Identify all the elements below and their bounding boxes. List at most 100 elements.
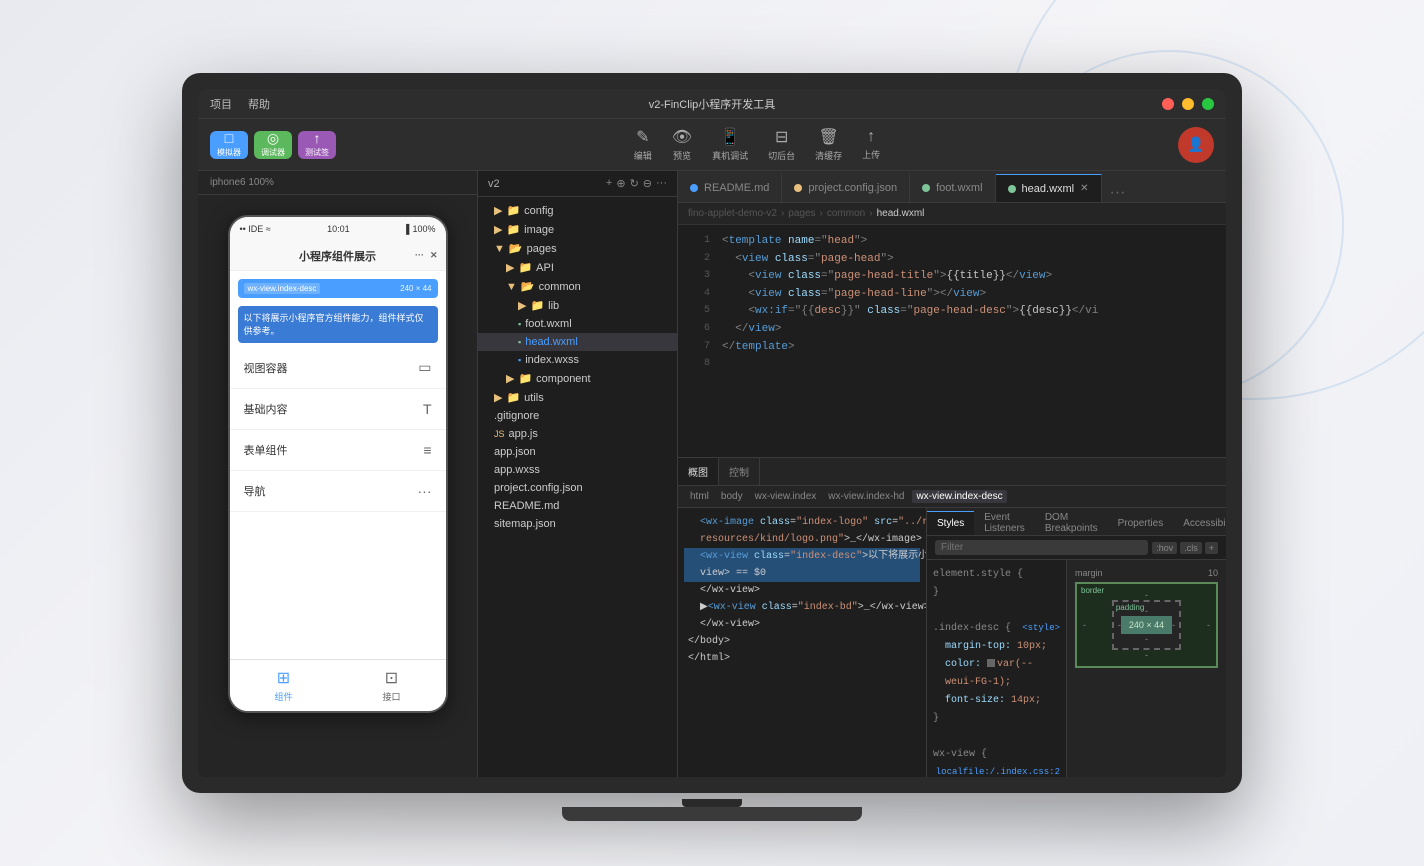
folder-icon-config: ▶	[494, 204, 502, 217]
filter-badge-plus[interactable]: +	[1205, 542, 1218, 554]
styles-tab-dom-breakpoints[interactable]: DOM Breakpoints	[1035, 511, 1108, 535]
style-prop-margin-top: margin-top: 10px;	[933, 638, 1060, 656]
tab-readme[interactable]: README.md	[678, 174, 782, 202]
menu-bar: 项目 帮助 v2-FinClip小程序开发工具	[198, 89, 1226, 119]
tree-item-head-wxml[interactable]: ▪ head.wxml	[478, 333, 677, 351]
styles-filter-input[interactable]	[935, 540, 1148, 555]
content-box: 240 × 44	[1121, 616, 1172, 634]
laptop-notch	[682, 799, 742, 807]
simulator-button[interactable]: □ 模拟器	[210, 131, 248, 159]
style-source-link[interactable]: <style>	[1022, 620, 1060, 636]
list-item-nav[interactable]: 导航 ···	[230, 471, 446, 512]
background-action[interactable]: ⊟ 切后台	[768, 127, 795, 162]
tab-close-head[interactable]: ✕	[1080, 183, 1088, 194]
tree-item-lib[interactable]: ▶ 📁 lib	[478, 296, 677, 315]
editor-tabs: README.md project.config.json foot.wxml	[678, 171, 1226, 203]
tree-item-sitemap[interactable]: sitemap.json	[478, 515, 677, 533]
devtools-tab-overview[interactable]: 概图	[678, 458, 719, 485]
new-folder-icon[interactable]: ⊕	[616, 177, 625, 190]
tree-item-utils[interactable]: ▶ 📁 utils	[478, 388, 677, 407]
tree-item-gitignore[interactable]: .gitignore	[478, 407, 677, 425]
tree-item-app-json[interactable]: app.json	[478, 443, 677, 461]
list-item-icon-1: T	[423, 401, 432, 417]
style-wx-view-link[interactable]: localfile:/.index.css:2	[936, 764, 1060, 777]
db-item-html[interactable]: html	[686, 490, 713, 503]
devtools-tab-control[interactable]: 控制	[719, 458, 760, 485]
edit-action[interactable]: ✎ 编辑	[634, 127, 652, 162]
folder-api: 📁	[518, 261, 532, 274]
tab-label-head: head.wxml	[1022, 183, 1075, 195]
folder-icon-lib: ▶	[518, 299, 526, 312]
styles-left-panel: element.style { } .index-desc { <style>	[927, 560, 1066, 777]
tree-item-readme[interactable]: README.md	[478, 497, 677, 515]
test-button[interactable]: ↑ 测试签	[298, 131, 336, 159]
phone-nav-interface[interactable]: ⊡ 接口	[338, 660, 446, 711]
tab-head-wxml[interactable]: head.wxml ✕	[996, 174, 1102, 202]
list-item-view-container[interactable]: 视图容器 ▭	[230, 347, 446, 389]
color-swatch	[987, 659, 995, 667]
tab-project-config[interactable]: project.config.json	[782, 174, 910, 202]
tree-item-app-wxss[interactable]: app.wxss	[478, 461, 677, 479]
upload-label: 上传	[862, 148, 880, 161]
menu-item-project[interactable]: 项目	[210, 96, 232, 112]
tab-foot-wxml[interactable]: foot.wxml	[910, 174, 995, 202]
devtools-header: 概图 控制	[678, 458, 1226, 486]
device-debug-action[interactable]: 📱 真机调试	[712, 127, 748, 162]
preview-action[interactable]: 👁 预览	[672, 127, 692, 162]
new-file-icon[interactable]: +	[606, 177, 612, 190]
window-maximize[interactable]	[1202, 98, 1214, 110]
list-item-basic-content[interactable]: 基础内容 T	[230, 389, 446, 430]
list-item-icon-2: ≡	[423, 442, 431, 458]
background-label: 切后台	[768, 149, 795, 162]
breadcrumb-arrow-2: ›	[820, 208, 823, 219]
window-minimize[interactable]	[1182, 98, 1194, 110]
collapse-icon[interactable]: ⊖	[643, 177, 652, 190]
filter-badge-hov[interactable]: :hov	[1152, 542, 1177, 554]
code-line-2: 2 <view class="page-head">	[678, 251, 1226, 269]
db-item-wx-view-index-hd[interactable]: wx-view.index-hd	[824, 490, 908, 503]
db-item-body[interactable]: body	[717, 490, 747, 503]
device-debug-label: 真机调试	[712, 149, 748, 162]
phone-close-btn[interactable]: ✕	[430, 250, 438, 261]
folder-utils: 📁	[506, 391, 520, 404]
user-avatar[interactable]: 👤	[1178, 127, 1214, 163]
tree-item-foot-wxml[interactable]: ▪ foot.wxml	[478, 315, 677, 333]
refresh-icon[interactable]: ↻	[630, 177, 639, 190]
styles-panel: Styles Event Listeners DOM Breakpoints	[926, 508, 1226, 777]
list-item-form[interactable]: 表单组件 ≡	[230, 430, 446, 471]
tree-item-common[interactable]: ▼ 📂 common	[478, 277, 677, 296]
border-label: border	[1081, 586, 1104, 595]
upload-action[interactable]: ↑ 上传	[862, 128, 880, 161]
code-text-2: <view class="page-head">	[722, 251, 894, 269]
phone-app-title: 小程序组件展示	[299, 248, 376, 264]
html-line-3[interactable]: <wx-view class="index-desc">以下将展示小程序官方组件…	[684, 548, 920, 565]
simulator-label: 模拟器	[217, 147, 241, 158]
more-icon[interactable]: ···	[656, 177, 667, 190]
line-num-2: 2	[686, 251, 710, 267]
filter-badge-cls[interactable]: .cls	[1180, 542, 1202, 554]
tree-label-lib: lib	[548, 300, 559, 312]
menu-item-help[interactable]: 帮助	[248, 96, 270, 112]
styles-tab-accessibility[interactable]: Accessibility	[1173, 511, 1226, 535]
tree-item-project-config[interactable]: project.config.json	[478, 479, 677, 497]
phone-nav-components[interactable]: ⊞ 组件	[230, 660, 338, 711]
window-close[interactable]	[1162, 98, 1174, 110]
db-item-wx-view-index-desc[interactable]: wx-view.index-desc	[912, 490, 1006, 503]
tree-item-config[interactable]: ▶ 📁 config	[478, 201, 677, 220]
tree-item-image[interactable]: ▶ 📁 image	[478, 220, 677, 239]
tree-item-api[interactable]: ▶ 📁 API	[478, 258, 677, 277]
styles-tab-styles[interactable]: Styles	[927, 511, 974, 535]
tree-item-component[interactable]: ▶ 📁 component	[478, 369, 677, 388]
styles-tab-event-listeners[interactable]: Event Listeners	[974, 511, 1035, 535]
styles-tab-properties[interactable]: Properties	[1108, 511, 1174, 535]
interface-nav-label: 接口	[382, 690, 400, 703]
tab-more-button[interactable]: ···	[1102, 184, 1134, 202]
db-item-wx-view-index[interactable]: wx-view.index	[751, 490, 821, 503]
debugger-button[interactable]: ◎ 调试器	[254, 131, 292, 159]
tree-item-pages[interactable]: ▼ 📂 pages	[478, 239, 677, 258]
folder-icon-image: ▶	[494, 223, 502, 236]
clear-cache-action[interactable]: 🗑 清缓存	[815, 127, 842, 162]
phone-menu-dots[interactable]: ···	[415, 250, 424, 261]
tree-item-index-wxss[interactable]: ▪ index.wxss	[478, 351, 677, 369]
tree-item-app-js[interactable]: JS app.js	[478, 425, 677, 443]
